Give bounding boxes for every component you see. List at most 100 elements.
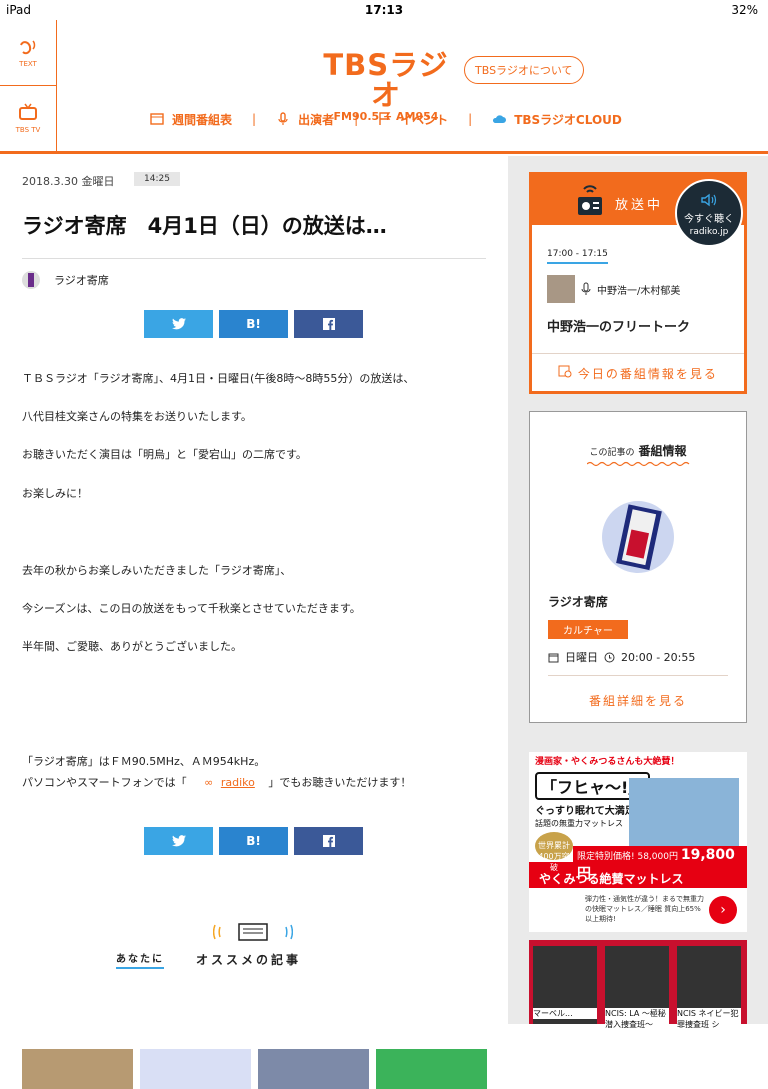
schedule-icon [150,113,164,125]
nav-performers[interactable]: 出演者 [276,111,334,128]
wave-decoration [587,461,690,467]
radio-icon [578,185,602,215]
facebook-icon [322,318,335,330]
nav-events[interactable]: イベント [378,111,448,128]
reco-label-for-you: あなたに [116,950,164,969]
divider [548,675,728,676]
on-air-card: 放送中 今すぐ聴く radiko.jp 17:00 - 17:15 中野浩一/木… [529,172,747,394]
radiko-text-after: 」でもお聴きいただけます！ [268,776,412,789]
logo-name: TBSラジオ [323,48,449,112]
ad-bottom: 弾力性・通気性が違う！まるで無重力の快眠マットレス／睡眠 質向上65%以上期待!… [529,888,747,932]
battery-label: 32% [731,3,758,17]
article-title: ラジオ寄席 4月1日（日）の放送は… [22,214,387,238]
side-nav-tv[interactable]: TBS TV [0,86,56,152]
reco-thumb[interactable] [258,1049,369,1089]
facebook-share-button[interactable] [294,827,363,855]
article-author[interactable]: ラジオ寄席 [22,271,109,289]
ad-poster: NCIS: LA 〜極秘潜入捜査班〜 [605,946,669,1030]
reco-label-articles: オススメの記事 [196,953,302,967]
ad-poster: マーベル... [533,946,597,1024]
nav-cloud[interactable]: TBSラジオCLOUD [492,111,622,128]
nav-separator: | [252,112,257,126]
ad-poster-caption: NCIS: LA 〜極秘潜入捜査班〜 [605,1008,669,1030]
hatena-share-button[interactable]: B! [219,827,288,855]
ad-caption: やくみつる絶賛マットレス [539,872,684,886]
paragraph: 去年の秋からお楽しみいただきました「ラジオ寄席」、 [22,564,292,577]
side-nav: TEXT TBS TV [0,20,57,151]
program-logo-art [616,504,662,571]
listen-now-button[interactable]: 今すぐ聴く radiko.jp [675,179,743,247]
ad-poster: NCIS ネイビー犯罪捜査班 シ [677,946,741,1030]
calendar-clock-icon [558,365,572,378]
radiko-link[interactable]: radiko [221,776,255,789]
facebook-share-button[interactable] [294,310,363,338]
program-info-heading: この記事の 番組情報 [530,442,746,459]
twitter-icon [171,835,186,847]
twitter-share-button[interactable] [144,827,213,855]
side-nav-tv-label: TBS TV [15,126,41,134]
on-air-header: 放送中 今すぐ聴く radiko.jp [532,175,744,247]
ad-badge: 世界累計400万突破 [535,832,573,872]
category-badge[interactable]: カルチャー [548,620,628,639]
paragraph: 半年間、ご愛聴、ありがとうございました。 [22,640,242,653]
status-bar: iPad 17:13 32% [0,0,768,20]
side-nav-text[interactable]: TEXT [0,20,56,86]
radiko-paragraph: パソコンやスマートフォンでは「 ∞ radiko 」でもお聴きいただけます！ [22,774,411,790]
mic-icon [278,112,288,125]
reco-thumb[interactable] [376,1049,487,1089]
site-header: TEXT TBS TV TBSラジオ FM90.5 + AM954 TBSラジオ… [0,20,768,154]
reco-thumb[interactable] [22,1049,133,1089]
article-time: 14:25 [134,172,180,186]
share-buttons-bottom: B! [144,827,363,855]
author-name: ラジオ寄席 [54,274,109,287]
program-schedule: 日曜日 20:00 - 20:55 [548,649,695,665]
program-day: 日曜日 [565,651,598,664]
link-icon: ∞ [204,776,214,789]
ad-poster-caption: マーベル... [533,1008,597,1019]
listen-now-label: 今すぐ聴く [684,214,734,225]
twitter-share-button[interactable] [144,310,213,338]
nav-schedule[interactable]: 週間番組表 [150,111,232,128]
on-air-hosts: 中野浩一/木村郁美 [547,275,680,303]
program-name[interactable]: ラジオ寄席 [548,593,608,610]
on-air-slot: 17:00 - 17:15 [547,249,608,264]
clock: 17:13 [364,3,404,17]
ad-subline: ぐっすり眠れて大満足! [535,806,640,817]
program-logo[interactable] [602,501,674,573]
about-link[interactable]: TBSラジオについて [464,56,584,84]
global-nav: 週間番組表 | 出演者 | イベント | TBSラジオCLOUD [150,110,622,128]
ad-price-label: 限定特別価格! 58,000円 [577,852,678,862]
reco-thumbnails [22,1049,487,1089]
sidebar: 放送中 今すぐ聴く radiko.jp 17:00 - 17:15 中野浩一/木… [508,156,768,1030]
today-programs-link[interactable]: 今日の番組情報を見る [532,364,744,382]
newspaper-icon [213,923,293,941]
hatena-share-button[interactable]: B! [219,310,288,338]
article-column: 2018.3.30 金曜日 14:25 ラジオ寄席 4月1日（日）の放送は… ラ… [0,156,508,1089]
host-names: 中野浩一/木村郁美 [597,285,681,297]
nav-schedule-label: 週間番組表 [172,112,233,127]
program-info-card: この記事の 番組情報 ラジオ寄席 カルチャー 日曜日 20:00 - 20:55 … [529,411,747,723]
on-air-title: 放送中 [615,198,664,213]
nav-separator: | [354,112,359,126]
ad-small-text: 弾力性・通気性が違う！まるで無重力の快眠マットレス／睡眠 質向上65%以上期待! [585,895,704,923]
nav-performers-label: 出演者 [298,112,335,127]
paragraph: お聴きいただく演目は「明烏」と「愛宕山」の二席です。 [22,448,307,461]
ad-go-button[interactable]: › [709,896,737,924]
advertisement-dramas[interactable]: マーベル... NCIS: LA 〜極秘潜入捜査班〜 NCIS ネイビー犯罪捜査… [529,940,747,1030]
program-details-link[interactable]: 番組詳細を見る [530,692,746,709]
advertisement-mattress[interactable]: 漫画家・やくみつるさんも大絶賛！ 「フヒャ〜!」 ぐっすり眠れて大満足! 話題の… [529,752,747,932]
nav-separator: | [468,112,473,126]
facebook-icon [322,835,335,847]
paragraph: お楽しみに！ [22,487,88,500]
listen-now-sub: radiko.jp [689,227,729,237]
on-air-program[interactable]: 中野浩一のフリートーク [547,316,690,335]
cloud-icon [493,115,507,123]
paragraph: 今シーズンは、この日の放送をもって千秋楽とさせていただきます。 [22,602,361,615]
side-nav-text-label: TEXT [19,60,37,68]
flag-icon [379,112,391,125]
reco-thumb[interactable] [140,1049,251,1089]
avatar [22,271,40,289]
radiko-text-before: パソコンやスマートフォンでは「 [22,776,187,789]
mic-icon [581,282,591,295]
clock-icon [604,652,615,662]
